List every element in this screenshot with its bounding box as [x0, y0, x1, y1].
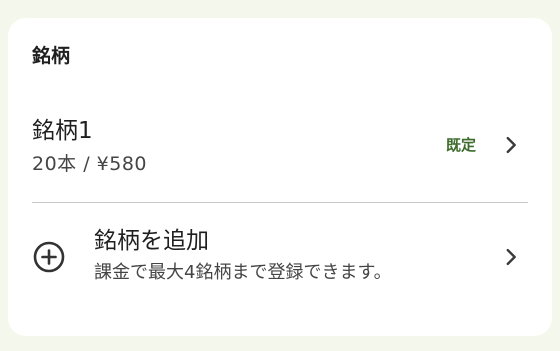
add-brand-title: 銘柄を追加 [94, 228, 209, 254]
divider [32, 202, 528, 203]
brand-name: 銘柄1 [32, 118, 93, 144]
default-badge: 既定 [446, 136, 477, 154]
chevron-right-icon [506, 248, 516, 266]
chevron-right-icon [506, 136, 516, 154]
add-brand-description: 課金で最大4銘柄まで登録できます。 [94, 262, 392, 283]
section-title: 銘柄 [32, 45, 71, 67]
add-brand-row[interactable]: 銘柄を追加 課金で最大4銘柄まで登録できます。 [8, 218, 552, 318]
brand-detail: 20本 / ¥580 [32, 153, 148, 175]
brand-row-1[interactable]: 銘柄1 20本 / ¥580 既定 [8, 106, 552, 206]
add-circle-icon [33, 241, 65, 273]
brands-card: 銘柄 銘柄1 20本 / ¥580 既定 銘柄を追加 課金で最大4銘柄まで登録で… [8, 18, 552, 336]
